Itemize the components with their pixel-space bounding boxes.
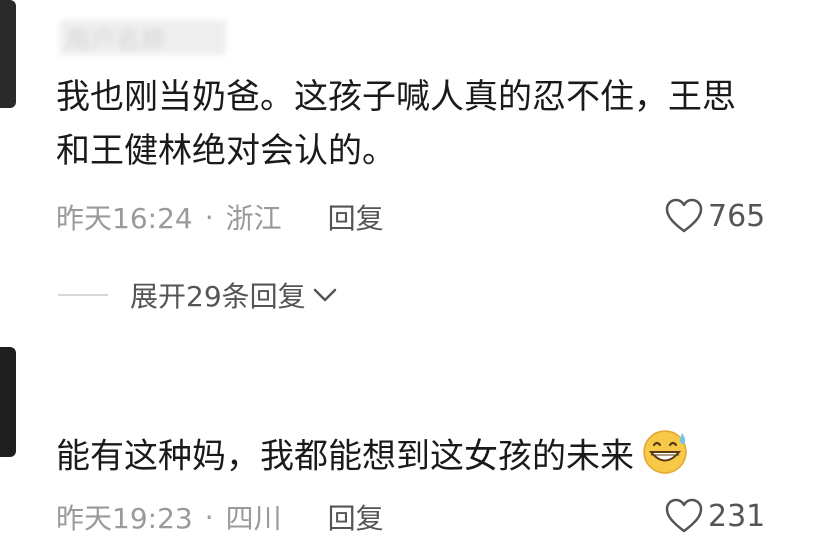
comment-text-line: 能有这种妈，我都能想到这女孩的未来 <box>56 436 634 477</box>
chevron-down-icon <box>313 288 336 302</box>
like-button[interactable]: 765 <box>664 197 765 235</box>
avatar[interactable] <box>0 347 16 457</box>
comment-location: 浙江 <box>225 202 282 235</box>
divider <box>58 294 108 296</box>
meta-separator: · <box>204 500 214 534</box>
comment-meta: 昨天16:24 · 浙江 回复 <box>56 197 384 237</box>
heart-outline-icon <box>665 498 703 533</box>
reply-button[interactable]: 回复 <box>328 497 384 537</box>
avatar[interactable] <box>0 0 16 108</box>
like-count: 765 <box>708 198 766 234</box>
reply-button[interactable]: 回复 <box>328 197 384 237</box>
grinning-sweat-emoji-icon <box>638 425 692 491</box>
comment-time: 昨天19:23 <box>56 502 193 535</box>
comment-time: 昨天16:24 <box>56 202 193 235</box>
comment-text: 我也刚当奶爸。这孩子喊人真的忍不住，王思 和王健林绝对会认的。 <box>56 70 736 178</box>
like-count: 231 <box>708 498 766 534</box>
comment-meta: 昨天19:23 · 四川 回复 <box>56 497 384 537</box>
username-blurred[interactable]: 用户名称 <box>60 20 226 55</box>
meta-separator: · <box>204 200 214 234</box>
expand-replies-button[interactable]: 展开29条回复 <box>58 275 338 315</box>
expand-replies-label: 展开29条回复 <box>130 280 306 313</box>
comment-text-line: 和王健林绝对会认的。 <box>56 131 396 171</box>
like-button[interactable]: 231 <box>664 497 765 535</box>
heart-outline-icon <box>665 198 703 233</box>
comment-location: 四川 <box>225 502 282 535</box>
comment-text: 能有这种妈，我都能想到这女孩的未来 <box>56 425 692 491</box>
comment-text-line: 我也刚当奶爸。这孩子喊人真的忍不住，王思 <box>56 77 736 117</box>
